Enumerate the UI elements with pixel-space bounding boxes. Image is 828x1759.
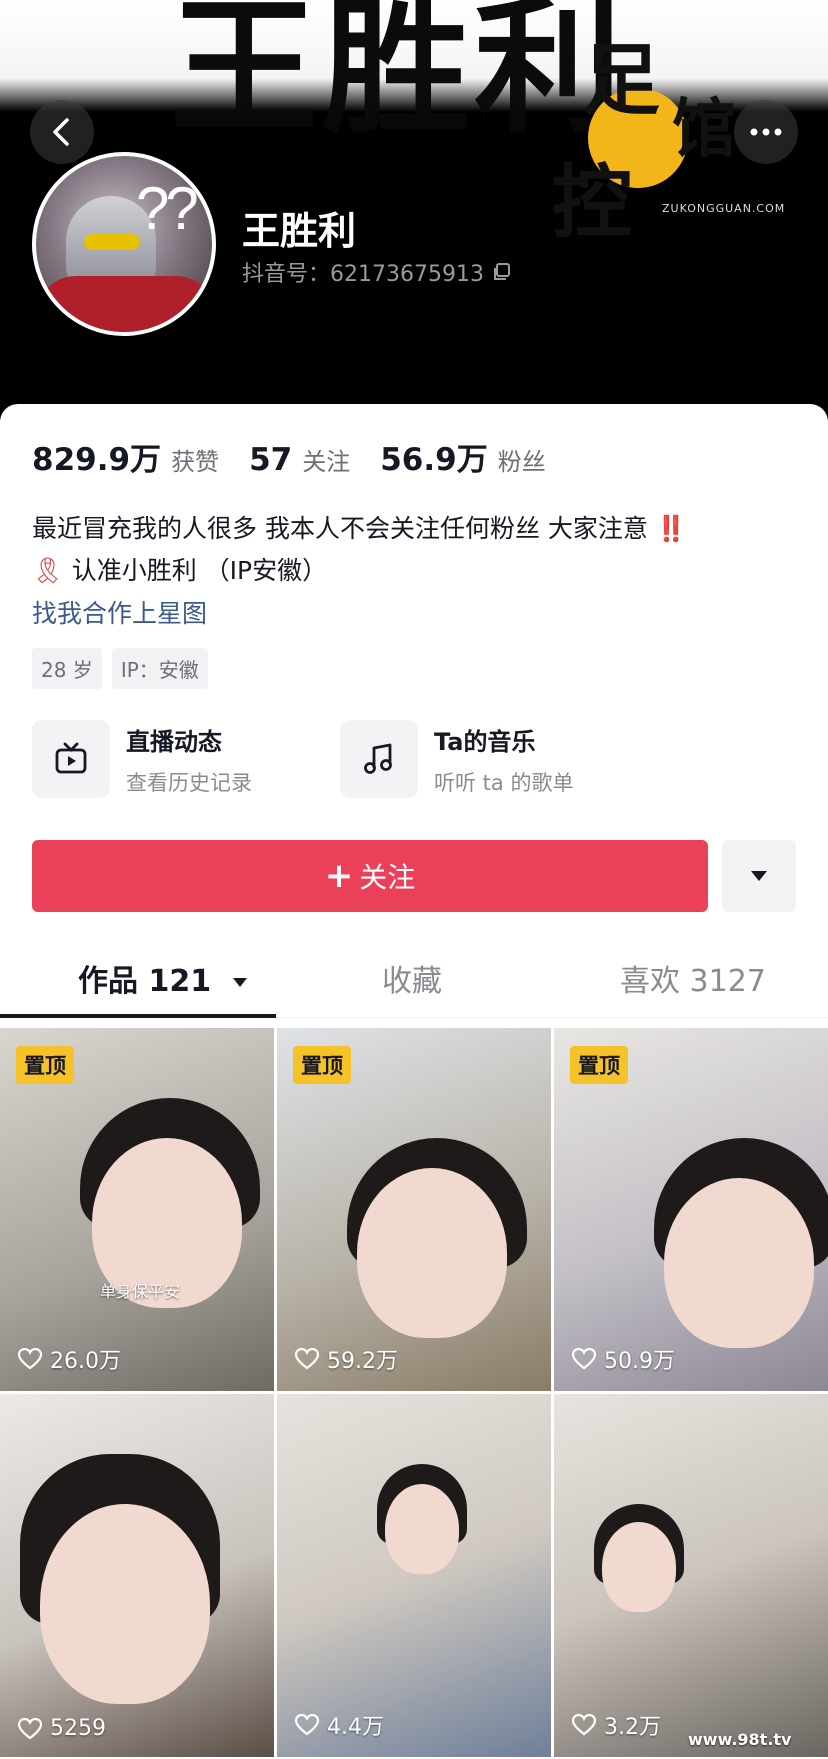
avatar-eyes xyxy=(84,234,140,250)
stat-value: 829.9万 xyxy=(32,442,162,478)
bio-line-1: 最近冒充我的人很多 我本人不会关注任何粉丝 大家注意 ‼️ xyxy=(32,508,812,550)
video-tile[interactable]: 置顶 50.9万 xyxy=(554,1028,828,1391)
watermark-url: ZUKONGGUAN.COM xyxy=(662,202,786,215)
avatar[interactable]: ?? xyxy=(32,152,216,336)
logo-watermark: 足 馆 控 ZUKONGGUAN.COM xyxy=(552,18,822,249)
thumb-face xyxy=(664,1178,814,1348)
video-tile[interactable]: 4.4万 xyxy=(277,1394,551,1757)
heart-icon xyxy=(18,1717,42,1739)
follow-label: 关注 xyxy=(359,861,416,894)
feature-subtitle: 听听 ta 的歌单 xyxy=(434,770,574,795)
pinned-badge: 置顶 xyxy=(570,1046,628,1084)
profile-tags: 28 岁 IP：安徽 xyxy=(32,648,208,689)
feature-title: 直播动态 xyxy=(126,727,222,756)
stat-label: 关注 xyxy=(302,448,351,476)
feature-subtitle: 查看历史记录 xyxy=(126,770,252,795)
stats-row: 829.9万 获赞 57 关注 56.9万 粉丝 xyxy=(32,434,576,479)
video-likes: 59.2万 xyxy=(295,1343,398,1375)
feature-title: Ta的音乐 xyxy=(434,727,536,756)
active-tab-indicator xyxy=(0,1014,276,1018)
warning-icon: ‼️ xyxy=(655,514,687,543)
tab-favorites[interactable]: 收藏 xyxy=(382,956,442,1000)
thumb-face xyxy=(357,1168,507,1338)
tab-likes[interactable]: 喜欢 3127 xyxy=(620,956,766,1000)
video-caption: 单身保平安 xyxy=(100,1282,181,1301)
profile-header: 王胜利 足 馆 控 ZUKONGGUAN.COM ?? 王胜利 抖音号：6217… xyxy=(0,0,828,420)
music-note-icon xyxy=(364,743,392,774)
tab-label: 作品 121 xyxy=(78,964,212,999)
video-tile[interactable]: 置顶 59.2万 xyxy=(277,1028,551,1391)
video-likes: 5259 xyxy=(18,1716,106,1741)
video-likes: 26.0万 xyxy=(18,1343,121,1375)
video-likes: 50.9万 xyxy=(572,1343,675,1375)
heart-icon xyxy=(18,1348,42,1370)
chevron-left-icon xyxy=(53,118,69,146)
stat-label: 获赞 xyxy=(171,448,220,476)
watermark-char: 足 xyxy=(582,35,661,126)
video-tile[interactable]: 置顶 单身保平安 26.0万 xyxy=(0,1028,274,1391)
copy-icon[interactable] xyxy=(492,262,512,282)
ip-tag: IP：安徽 xyxy=(111,648,208,689)
more-options-dropdown[interactable] xyxy=(722,840,796,912)
video-tile[interactable]: 3.2万 xyxy=(554,1394,828,1757)
thumb-face xyxy=(602,1522,676,1612)
watermark-char: 馆 xyxy=(672,92,736,167)
stat-value: 57 xyxy=(249,442,293,478)
likes-count: 3.2万 xyxy=(604,1715,661,1740)
bio-line-2: 🎗 认准小胜利 （IP安徽） xyxy=(32,550,812,592)
stat-following[interactable]: 57 关注 xyxy=(249,442,350,478)
stat-followers[interactable]: 56.9万 粉丝 xyxy=(380,434,546,479)
heart-icon xyxy=(295,1714,319,1736)
username: 王胜利 xyxy=(242,209,357,253)
likes-count: 59.2万 xyxy=(327,1349,398,1374)
caret-down-icon xyxy=(232,978,247,987)
heart-icon xyxy=(295,1348,319,1370)
likes-count: 5259 xyxy=(50,1716,106,1741)
bio-text: 最近冒充我的人很多 我本人不会关注任何粉丝 大家注意 xyxy=(32,514,648,543)
feature-text: Ta的音乐 听听 ta 的歌单 xyxy=(434,722,573,797)
stat-value: 56.9万 xyxy=(380,442,488,478)
likes-count: 4.4万 xyxy=(327,1715,384,1740)
watermark-char: 控 xyxy=(552,155,632,249)
pinned-badge: 置顶 xyxy=(16,1046,74,1084)
heart-icon xyxy=(572,1348,596,1370)
tab-works[interactable]: 作品 121 xyxy=(78,956,248,1000)
avatar-question-marks: ?? xyxy=(136,175,199,242)
video-tile[interactable]: 5259 xyxy=(0,1394,274,1757)
ribbon-icon: 🎗 xyxy=(32,556,64,585)
music-entry[interactable]: Ta的音乐 听听 ta 的歌单 xyxy=(340,720,573,798)
feature-icon-box xyxy=(340,720,418,798)
video-likes: 3.2万 xyxy=(572,1709,661,1741)
plus-icon: + xyxy=(324,856,354,896)
pinned-badge: 置顶 xyxy=(293,1046,351,1084)
thumb-face xyxy=(385,1484,459,1574)
caret-down-icon xyxy=(751,871,767,881)
thumb-face xyxy=(40,1504,210,1704)
likes-count: 50.9万 xyxy=(604,1349,675,1374)
star-map-link[interactable]: 找我合作上星图 xyxy=(32,594,207,630)
bio: 最近冒充我的人很多 我本人不会关注任何粉丝 大家注意 ‼️ 🎗 认准小胜利 （I… xyxy=(32,508,812,592)
back-button[interactable] xyxy=(30,100,94,164)
video-likes: 4.4万 xyxy=(295,1709,384,1741)
avatar-body xyxy=(36,276,212,332)
feature-icon-box xyxy=(32,720,110,798)
bio-text: 认准小胜利 （IP安徽） xyxy=(71,556,328,585)
heart-icon xyxy=(572,1714,596,1736)
follow-button[interactable]: + 关注 xyxy=(32,840,708,912)
douyin-id[interactable]: 抖音号：62173675913 xyxy=(242,256,512,288)
site-watermark: www.98t.tv xyxy=(688,1730,792,1749)
content-tabs: 作品 121 收藏 喜欢 3127 xyxy=(0,934,828,1018)
likes-count: 26.0万 xyxy=(50,1349,121,1374)
age-tag: 28 岁 xyxy=(32,648,102,689)
feature-row: 直播动态 查看历史记录 Ta的音乐 听听 ta 的歌单 xyxy=(32,720,812,810)
stat-likes[interactable]: 829.9万 获赞 xyxy=(32,434,219,479)
douyin-id-text: 抖音号：62173675913 xyxy=(242,262,484,287)
live-history-entry[interactable]: 直播动态 查看历史记录 xyxy=(32,720,252,798)
tv-icon xyxy=(55,742,87,774)
stat-label: 粉丝 xyxy=(497,448,546,476)
feature-text: 直播动态 查看历史记录 xyxy=(126,722,252,797)
